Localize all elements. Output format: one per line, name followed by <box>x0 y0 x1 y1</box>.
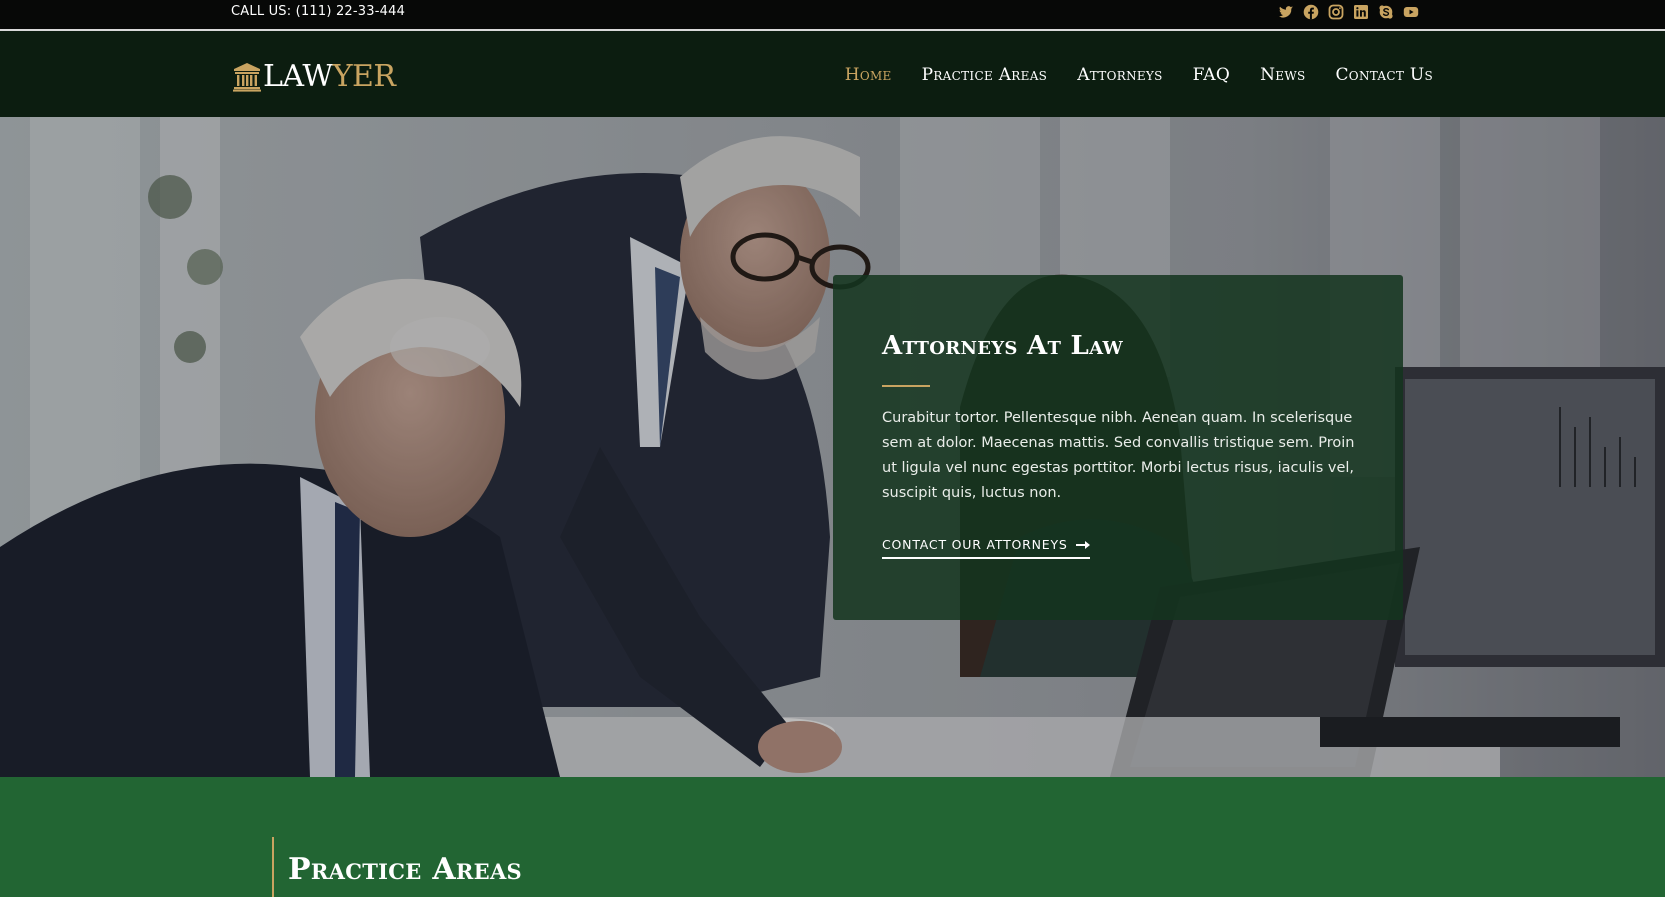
hero-text: Curabitur tortor. Pellentesque nibh. Aen… <box>882 410 1355 501</box>
title-divider <box>882 385 930 387</box>
social-links <box>1278 4 1419 20</box>
contact-attorneys-link[interactable]: CONTACT OUR ATTORNEYS <box>882 537 1090 559</box>
facebook-icon[interactable] <box>1303 4 1319 20</box>
section-title: Practice Areas <box>288 852 523 887</box>
twitter-icon[interactable] <box>1278 4 1294 20</box>
contact-attorneys-label: CONTACT OUR ATTORNEYS <box>882 537 1068 552</box>
main-nav: Home Practice Areas Attorneys FAQ News C… <box>845 65 1433 85</box>
courthouse-icon <box>233 63 261 92</box>
nav-faq[interactable]: FAQ <box>1193 65 1230 85</box>
top-bar: CALL US: (111) 22-33-444 <box>0 0 1665 31</box>
instagram-icon[interactable] <box>1328 4 1344 20</box>
site-logo[interactable]: LAW YER <box>232 58 396 92</box>
hero-title: Attorneys At Law <box>882 331 1124 361</box>
nav-attorneys[interactable]: Attorneys <box>1077 65 1162 85</box>
linkedin-icon[interactable] <box>1353 4 1369 20</box>
nav-news[interactable]: News <box>1260 65 1305 85</box>
phone-number: CALL US: (111) 22-33-444 <box>231 4 406 19</box>
youtube-icon[interactable] <box>1403 4 1419 20</box>
nav-practice-areas[interactable]: Practice Areas <box>922 65 1048 85</box>
hero-card: Attorneys At Law Curabitur tortor. Pelle… <box>833 275 1403 620</box>
logo-text-primary: LAW <box>263 59 333 94</box>
hero-banner: Attorneys At Law Curabitur tortor. Pelle… <box>0 117 1665 777</box>
practice-areas-section: Practice Areas <box>0 777 1665 897</box>
site-header: LAW YER Home Practice Areas Attorneys FAQ… <box>0 31 1665 117</box>
section-accent-bar <box>272 837 274 897</box>
nav-contact-us[interactable]: Contact Us <box>1336 65 1434 85</box>
nav-home[interactable]: Home <box>845 65 892 85</box>
skype-icon[interactable] <box>1378 4 1394 20</box>
arrow-right-icon <box>1075 540 1090 549</box>
logo-text-accent: YER <box>332 59 396 94</box>
